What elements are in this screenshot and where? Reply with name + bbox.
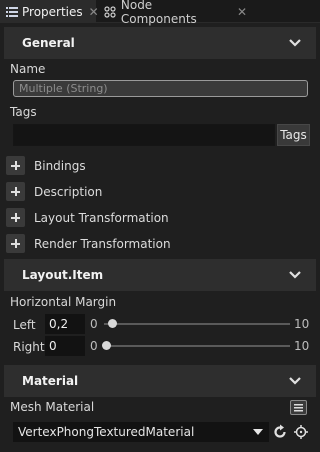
tab-properties-label: Properties — [22, 4, 83, 19]
expander-description[interactable]: Description — [5, 180, 315, 203]
expander-bindings[interactable]: Bindings — [5, 154, 315, 177]
tab-properties[interactable]: Properties ✕ — [0, 0, 99, 23]
list-icon — [6, 5, 18, 19]
expander-label: Bindings — [34, 158, 86, 173]
material-editor-button[interactable] — [290, 400, 307, 415]
tags-label: Tags — [10, 105, 37, 119]
right-margin-input[interactable]: 0 — [45, 336, 85, 356]
expander-label: Description — [34, 184, 103, 199]
chevron-down-icon — [289, 377, 301, 385]
expander-label: Render Transformation — [34, 236, 171, 251]
plus-icon[interactable] — [6, 208, 25, 227]
section-title: Layout.Item — [22, 268, 104, 282]
right-slider-thumb[interactable] — [102, 341, 111, 350]
left-margin-input[interactable]: 0,2 — [45, 314, 85, 334]
section-title: General — [22, 36, 75, 50]
plus-icon[interactable] — [6, 156, 25, 175]
expander-layout-transformation[interactable]: Layout Transformation — [5, 206, 315, 229]
tab-node-components[interactable]: Node Components ✕ — [97, 0, 247, 26]
dropdown-arrow-icon — [253, 429, 263, 435]
reset-icon[interactable] — [272, 424, 288, 440]
section-title: Material — [22, 374, 79, 388]
section-general-header[interactable]: General — [4, 27, 316, 59]
close-icon[interactable]: ✕ — [237, 5, 247, 19]
expander-label: Layout Transformation — [34, 210, 169, 225]
horizontal-margin-label: Horizontal Margin — [10, 295, 117, 309]
left-label: Left — [13, 318, 36, 332]
material-list-icon — [294, 404, 303, 412]
mesh-material-label: Mesh Material — [10, 400, 95, 414]
section-layout-item-header[interactable]: Layout.Item — [4, 259, 316, 291]
expander-render-transformation[interactable]: Render Transformation — [5, 232, 315, 255]
mesh-material-value: VertexPhongTexturedMaterial — [18, 425, 195, 439]
name-input[interactable]: Multiple (String) — [13, 80, 308, 97]
left-slider-track[interactable] — [104, 323, 290, 325]
mesh-material-select[interactable]: VertexPhongTexturedMaterial — [13, 422, 269, 442]
right-slider-min: 0 — [90, 339, 98, 353]
chevron-down-icon — [289, 271, 301, 279]
tab-node-components-label: Node Components — [120, 0, 197, 26]
tags-input[interactable] — [13, 124, 275, 146]
target-icon[interactable] — [293, 424, 309, 440]
tags-button[interactable]: Tags — [277, 124, 310, 146]
left-slider-min: 0 — [90, 317, 98, 331]
plus-icon[interactable] — [6, 234, 25, 253]
left-slider-thumb[interactable] — [107, 319, 117, 328]
chevron-down-icon — [289, 39, 301, 47]
left-slider-max: 10 — [294, 317, 310, 331]
components-icon — [103, 5, 117, 19]
right-label: Right — [13, 340, 45, 354]
right-slider-track[interactable] — [104, 345, 290, 347]
section-material-header[interactable]: Material — [4, 365, 316, 397]
right-slider-max: 10 — [294, 339, 310, 353]
name-label: Name — [10, 62, 46, 76]
plus-icon[interactable] — [6, 182, 25, 201]
